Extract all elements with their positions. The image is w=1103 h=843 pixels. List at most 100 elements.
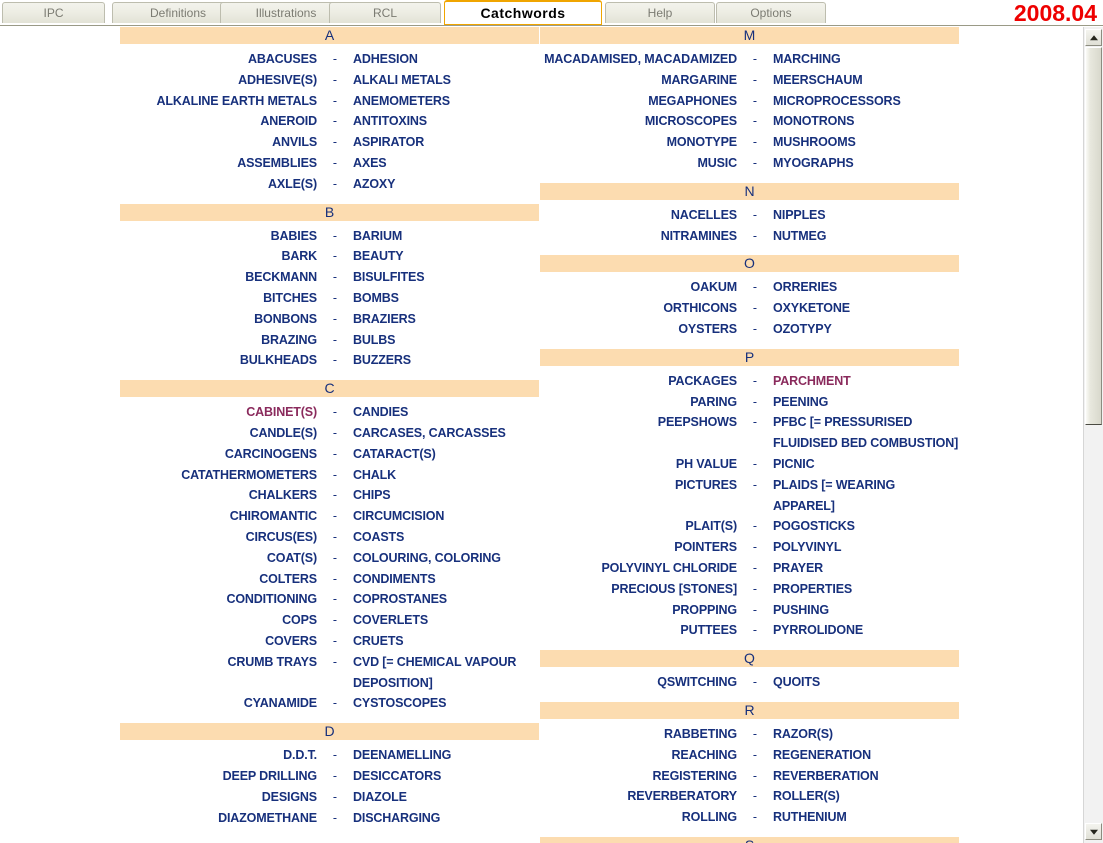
catchword-range-start-link[interactable]: BARK [120, 246, 317, 267]
catchword-range-end-link[interactable]: PICNIC [773, 454, 959, 475]
tab-help[interactable]: Help [605, 2, 715, 23]
catchword-range-end-link[interactable]: MONOTRONS [773, 111, 959, 132]
catchword-range-start-link[interactable]: ORTHICONS [540, 298, 737, 319]
catchword-range-start-link[interactable]: MICROSCOPES [540, 111, 737, 132]
catchword-range-end-link[interactable]: COLOURING, COLORING [353, 548, 539, 569]
scroll-down-button[interactable] [1085, 823, 1102, 840]
catchword-range-start-link[interactable]: REGISTERING [540, 766, 738, 787]
catchword-range-start-link[interactable]: AXLE(S) [120, 174, 317, 195]
catchword-range-end-link[interactable]: CONDIMENTS [353, 569, 539, 590]
catchword-range-end-link[interactable]: RUTHENIUM [773, 807, 959, 828]
catchword-range-end-link[interactable]: NUTMEG [773, 226, 959, 247]
catchword-range-start-link[interactable]: NITRAMINES [540, 226, 737, 247]
catchword-range-end-link[interactable]: OZOTYPY [773, 319, 959, 340]
catchword-range-start-link[interactable]: ANVILS [120, 132, 317, 153]
catchword-range-start-link[interactable]: PACKAGES [540, 371, 737, 392]
catchword-range-end-link[interactable]: MEERSCHAUM [773, 70, 959, 91]
catchword-range-end-link[interactable]: CHALK [353, 465, 539, 486]
catchword-range-start-link[interactable]: ADHESIVE(S) [120, 70, 317, 91]
catchword-range-end-link[interactable]: CATARACT(S) [353, 444, 539, 465]
catchword-range-end-link[interactable]: COPROSTANES [353, 589, 539, 610]
catchword-range-end-link[interactable]: QUOITS [773, 672, 959, 693]
catchword-range-end-link[interactable]: RAZOR(S) [773, 724, 959, 745]
catchword-range-start-link[interactable]: CATATHERMOMETERS [120, 465, 317, 486]
catchword-range-end-link[interactable]: AZOXY [353, 174, 539, 195]
catchword-range-end-link[interactable]: BOMBS [353, 288, 539, 309]
catchword-range-end-link[interactable]: DEENAMELLING [353, 745, 539, 766]
scroll-up-button[interactable] [1085, 29, 1102, 46]
catchword-range-start-link[interactable]: PLAIT(S) [540, 516, 737, 537]
catchword-range-end-link[interactable]: ADHESION [353, 49, 539, 70]
catchword-range-end-link[interactable]: CRUETS [353, 631, 539, 652]
catchword-range-end-link[interactable]: DISCHARGING [353, 808, 539, 829]
catchword-range-start-link[interactable]: REACHING [540, 745, 738, 766]
catchword-range-end-link[interactable]: DIAZOLE [353, 787, 539, 808]
catchword-range-end-link[interactable]: POLYVINYL [773, 537, 959, 558]
catchword-range-end-link[interactable]: PFBC [= PRESSURISED FLUIDISED BED COMBUS… [773, 412, 959, 454]
tab-catchwords[interactable]: Catchwords [444, 0, 602, 25]
catchword-range-start-link[interactable]: ROLLING [540, 807, 737, 828]
catchword-range-end-link[interactable]: BRAZIERS [353, 309, 539, 330]
catchword-range-end-link[interactable]: PARCHMENT [773, 371, 959, 392]
catchword-range-end-link[interactable]: BUZZERS [353, 350, 539, 371]
catchword-range-end-link[interactable]: MYOGRAPHS [773, 153, 959, 174]
catchword-range-start-link[interactable]: BABIES [120, 226, 317, 247]
catchword-range-start-link[interactable]: POINTERS [540, 537, 737, 558]
catchword-range-end-link[interactable]: ALKALI METALS [353, 70, 539, 91]
catchword-range-end-link[interactable]: PROPERTIES [773, 579, 959, 600]
catchword-range-end-link[interactable]: CVD [= CHEMICAL VAPOUR DEPOSITION] [353, 652, 539, 694]
catchword-range-end-link[interactable]: POGOSTICKS [773, 516, 959, 537]
vertical-scrollbar[interactable] [1083, 27, 1103, 843]
catchword-range-start-link[interactable]: MONOTYPE [540, 132, 737, 153]
catchword-range-start-link[interactable]: PROPPING [540, 600, 737, 621]
catchword-range-start-link[interactable]: BONBONS [120, 309, 317, 330]
catchword-range-end-link[interactable]: MARCHING [773, 49, 959, 70]
catchword-range-end-link[interactable]: BISULFITES [353, 267, 539, 288]
catchword-range-start-link[interactable]: CARCINOGENS [120, 444, 317, 465]
scrollbar-thumb[interactable] [1085, 47, 1102, 425]
catchword-range-start-link[interactable]: ABACUSES [120, 49, 317, 70]
catchword-range-end-link[interactable]: ANEMOMETERS [353, 91, 539, 112]
catchword-range-start-link[interactable]: COLTERS [120, 569, 317, 590]
catchword-range-start-link[interactable]: D.D.T. [120, 745, 317, 766]
catchword-range-end-link[interactable]: PLAIDS [= WEARING APPAREL] [773, 475, 959, 517]
catchword-range-start-link[interactable]: COAT(S) [120, 548, 317, 569]
catchword-range-start-link[interactable]: REVERBERATORY [540, 786, 737, 807]
catchword-range-end-link[interactable]: BARIUM [353, 226, 539, 247]
tab-rcl[interactable]: RCL [329, 2, 441, 23]
catchword-range-end-link[interactable]: COASTS [353, 527, 539, 548]
catchword-range-start-link[interactable]: CANDLE(S) [120, 423, 318, 444]
catchword-range-start-link[interactable]: DIAZOMETHANE [120, 808, 317, 829]
catchword-range-end-link[interactable]: PEENING [773, 392, 959, 413]
catchword-range-end-link[interactable]: PUSHING [773, 600, 959, 621]
catchword-range-end-link[interactable]: DESICCATORS [353, 766, 539, 787]
catchword-range-start-link[interactable]: PICTURES [540, 475, 737, 496]
catchword-range-start-link[interactable]: CHIROMANTIC [120, 506, 317, 527]
catchword-range-end-link[interactable]: REVERBERATION [773, 766, 959, 787]
catchword-range-start-link[interactable]: QSWITCHING [540, 672, 737, 693]
catchword-range-start-link[interactable]: CYANAMIDE [120, 693, 317, 714]
tab-ipc[interactable]: IPC [2, 2, 105, 23]
catchword-range-start-link[interactable]: OYSTERS [540, 319, 737, 340]
catchword-range-end-link[interactable]: REGENERATION [773, 745, 959, 766]
catchword-range-start-link[interactable]: NACELLES [540, 205, 737, 226]
catchword-range-start-link[interactable]: CONDITIONING [120, 589, 317, 610]
catchword-range-end-link[interactable]: BULBS [353, 330, 539, 351]
catchword-range-end-link[interactable]: ROLLER(S) [773, 786, 959, 807]
catchword-range-end-link[interactable]: CHIPS [353, 485, 539, 506]
catchword-range-start-link[interactable]: BECKMANN [120, 267, 317, 288]
catchword-range-start-link[interactable]: PRECIOUS [STONES] [540, 579, 737, 600]
catchword-range-end-link[interactable]: PYRROLIDONE [773, 620, 959, 641]
catchword-range-end-link[interactable]: CIRCUMCISION [353, 506, 539, 527]
catchword-range-start-link[interactable]: MACADAMISED, MACADAMIZED [540, 49, 737, 70]
catchword-range-start-link[interactable]: DEEP DRILLING [120, 766, 318, 787]
catchword-range-start-link[interactable]: RABBETING [540, 724, 737, 745]
catchword-range-start-link[interactable]: BRAZING [120, 330, 317, 351]
catchword-range-start-link[interactable]: DESIGNS [120, 787, 317, 808]
catchword-range-start-link[interactable]: ASSEMBLIES [120, 153, 317, 174]
catchword-range-start-link[interactable]: PARING [540, 392, 737, 413]
catchword-range-start-link[interactable]: CIRCUS(ES) [120, 527, 318, 548]
catchword-range-start-link[interactable]: MEGAPHONES [540, 91, 737, 112]
catchword-range-start-link[interactable]: OAKUM [540, 277, 738, 298]
catchword-range-end-link[interactable]: NIPPLES [773, 205, 959, 226]
